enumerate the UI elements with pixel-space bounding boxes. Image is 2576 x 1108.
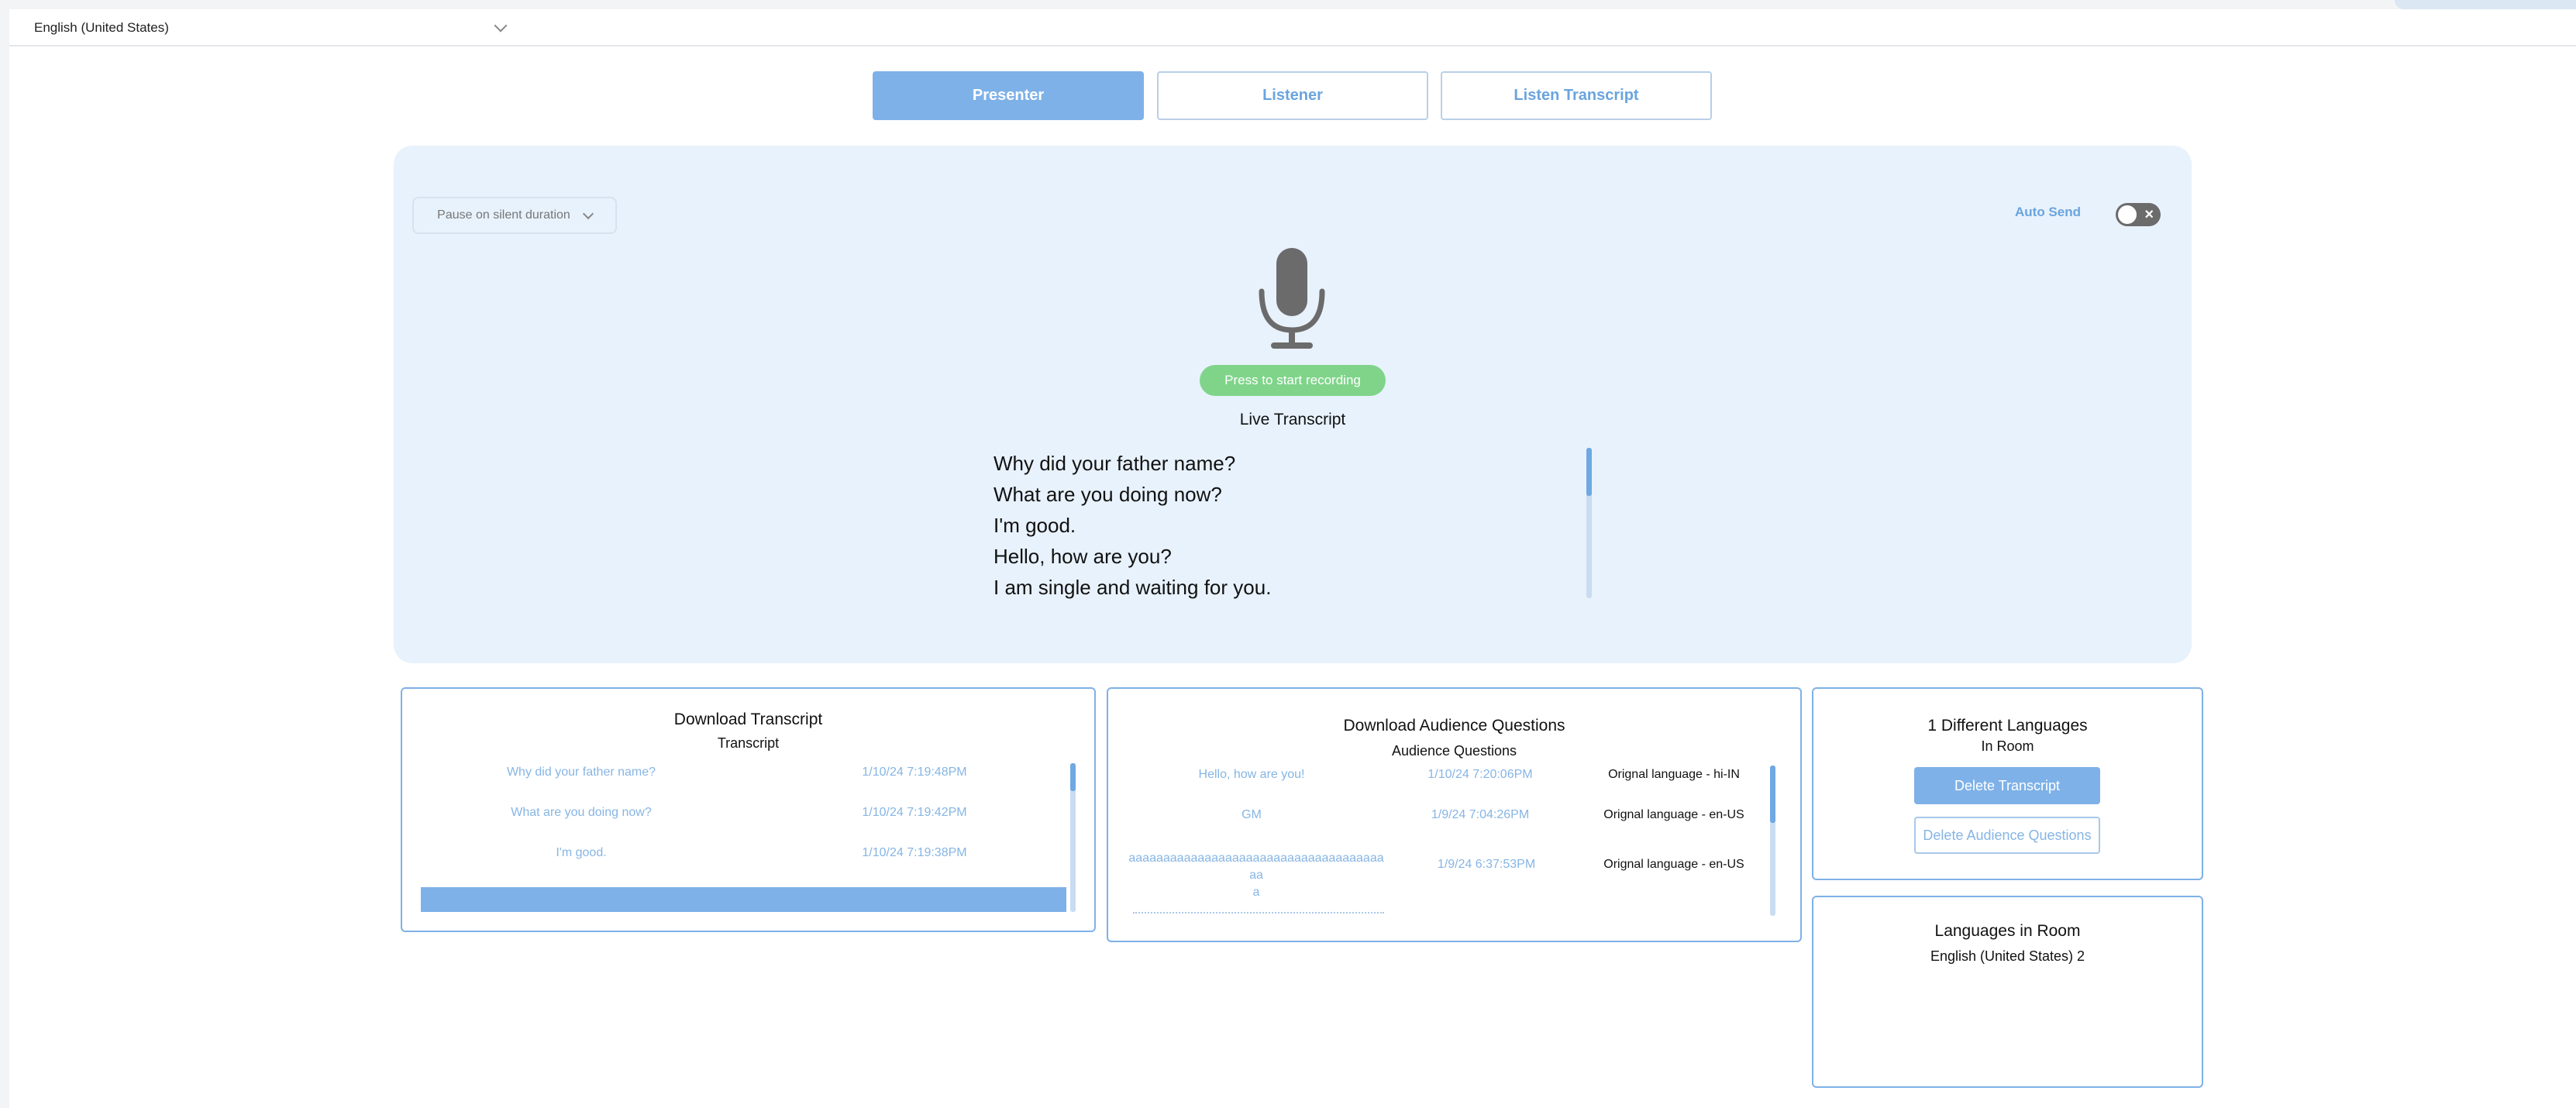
- scrollbar-thumb[interactable]: [1586, 448, 1592, 496]
- delete-transcript-button[interactable]: Delete Transcript: [1914, 767, 2100, 804]
- transcript-subtitle: Transcript: [717, 735, 780, 751]
- question-row-text: GM: [1242, 808, 1262, 821]
- language-room-entry: English (United States) 2: [1930, 948, 2085, 964]
- transcript-row-date: 1/10/24 7:19:38PM: [862, 846, 967, 859]
- row-divider: [1133, 912, 1384, 914]
- pause-duration-select[interactable]: Pause on silent duration: [412, 197, 617, 234]
- scrollbar-thumb[interactable]: [1770, 766, 1775, 823]
- live-transcript-line: Why did your father name?: [994, 452, 1236, 475]
- delete-audience-questions-button[interactable]: Delete Audience Questions: [1914, 817, 2100, 854]
- live-transcript-title: Live Transcript: [1239, 411, 1346, 428]
- chevron-down-icon: [494, 19, 508, 33]
- tab-listen-transcript[interactable]: Listen Transcript: [1441, 71, 1712, 120]
- question-row-date: 1/9/24 6:37:53PM: [1437, 858, 1536, 871]
- scrollbar-thumb[interactable]: [1070, 763, 1076, 791]
- question-row-date: 1/10/24 7:20:06PM: [1427, 768, 1533, 781]
- close-icon: ×: [2144, 206, 2154, 223]
- start-recording-button[interactable]: Press to start recording: [1200, 365, 1386, 396]
- audience-questions-subtitle: Audience Questions: [1391, 743, 1517, 759]
- top-strip-accent: [2395, 0, 2576, 9]
- left-gutter: [0, 0, 9, 1108]
- live-transcript-scrollbar[interactable]: [1586, 448, 1592, 598]
- tab-presenter[interactable]: Presenter: [873, 71, 1144, 120]
- microphone-icon[interactable]: [1257, 246, 1327, 352]
- live-transcript-line: I'm good.: [994, 514, 1076, 537]
- language-select[interactable]: English (United States): [34, 14, 515, 42]
- questions-scrollbar[interactable]: [1770, 766, 1775, 916]
- live-transcript-list: Why did your father name? What are you d…: [994, 448, 1582, 603]
- languages-count-title: 1 Different Languages: [1927, 717, 2088, 735]
- transcript-row-text: Why did your father name?: [506, 766, 656, 779]
- download-transcript-link[interactable]: Download Transcript: [402, 711, 1094, 729]
- transcript-scrollbar[interactable]: [1070, 763, 1076, 912]
- chevron-down-icon: [582, 208, 594, 219]
- live-transcript-line: Hello, how are you?: [994, 545, 1172, 568]
- top-strip: [0, 0, 2576, 9]
- auto-send-toggle[interactable]: ×: [2116, 203, 2161, 226]
- transcript-row-text: I'm good.: [556, 846, 607, 859]
- toggle-knob: [2118, 205, 2137, 224]
- language-select-value: English (United States): [34, 20, 169, 35]
- languages-in-room-title: Languages in Room: [1934, 922, 2081, 940]
- languages-subtitle: In Room: [1981, 738, 2034, 754]
- question-row-text: aaaaaaaaaaaaaaaaaaaaaaaaaaaaaaaaaaaaaaa …: [1128, 852, 1384, 899]
- question-row-text: Hello, how are you!: [1198, 768, 1305, 781]
- horizontal-scrollbar[interactable]: [421, 887, 1066, 912]
- question-row-language: Orignal language - hi-IN: [1608, 768, 1740, 781]
- live-transcript-line: I am single and waiting for you.: [994, 576, 1272, 599]
- question-row-language: Orignal language - en-US: [1603, 858, 1744, 871]
- transcript-row-date: 1/10/24 7:19:42PM: [862, 806, 967, 819]
- auto-send-label: Auto Send: [2015, 205, 2081, 219]
- languages-in-room-card: Languages in Room English (United States…: [1812, 896, 2203, 1088]
- question-row-language: Orignal language - en-US: [1603, 808, 1744, 821]
- transcript-row-text: What are you doing now?: [511, 806, 652, 819]
- transcript-row-date: 1/10/24 7:19:48PM: [862, 766, 967, 779]
- tab-listener[interactable]: Listener: [1157, 71, 1428, 120]
- question-row-date: 1/9/24 7:04:26PM: [1431, 808, 1530, 821]
- download-audience-questions-link[interactable]: Download Audience Questions: [1108, 717, 1800, 735]
- pause-duration-value: Pause on silent duration: [437, 208, 570, 222]
- live-transcript-line: What are you doing now?: [994, 483, 1222, 506]
